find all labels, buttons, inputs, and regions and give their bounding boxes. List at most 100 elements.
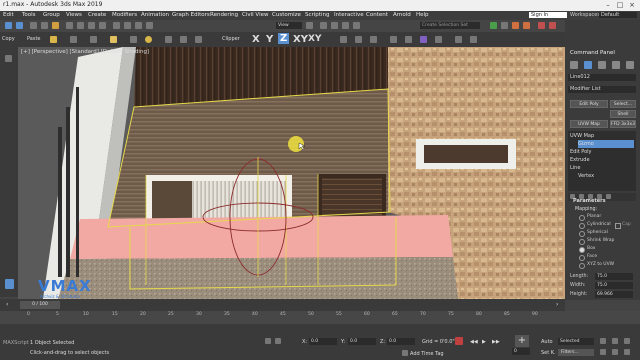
- z-coord-field[interactable]: 0.0: [387, 338, 415, 345]
- radio-cylindrical[interactable]: [579, 223, 585, 229]
- selection-set-dropdown[interactable]: Create Selection Set: [420, 22, 480, 29]
- track-view-icon[interactable]: [470, 36, 477, 43]
- menu-views[interactable]: Views: [66, 12, 82, 18]
- orbit-icon[interactable]: [624, 349, 630, 355]
- zoom-icon[interactable]: [600, 338, 606, 344]
- menu-edit[interactable]: Edit: [3, 12, 14, 18]
- isolate-icon[interactable]: [70, 36, 77, 43]
- spinner-snap-icon[interactable]: [353, 22, 360, 29]
- shell-button[interactable]: Shell: [610, 110, 636, 118]
- display-tab-icon[interactable]: [626, 61, 634, 69]
- axis-x-button[interactable]: X: [252, 34, 260, 45]
- time-slider-handle[interactable]: 0 / 100: [20, 301, 60, 309]
- parameters-rollout[interactable]: Parameters: [573, 198, 606, 204]
- radio-box[interactable]: [579, 247, 585, 253]
- scene-explorer-toggle-icon[interactable]: [5, 55, 12, 62]
- viewport-label[interactable]: [+] [Perspective] [Standard] [Default Sh…: [21, 49, 149, 55]
- signin-dropdown[interactable]: Sign In: [529, 12, 567, 18]
- rect-selection-icon[interactable]: [88, 22, 95, 29]
- menu-group[interactable]: Group: [43, 12, 60, 18]
- zoom-extents-icon[interactable]: [624, 338, 630, 344]
- key-filters-button[interactable]: Filters...: [558, 349, 594, 356]
- scene-explorer-icon[interactable]: [512, 22, 519, 29]
- systems-icon[interactable]: [195, 36, 202, 43]
- menu-arnold[interactable]: Arnold: [393, 12, 411, 18]
- prev-key-icon[interactable]: ◀◀: [470, 339, 478, 345]
- radio-planar[interactable]: [579, 215, 585, 221]
- angle-snap-icon[interactable]: [331, 22, 338, 29]
- lock-selection-icon[interactable]: [265, 338, 271, 344]
- reference-coord-dropdown[interactable]: View: [276, 22, 302, 29]
- undo-icon[interactable]: [5, 22, 12, 29]
- snap-toggle-icon[interactable]: [320, 22, 327, 29]
- menu-scripting[interactable]: Scripting: [305, 12, 329, 18]
- window-crossing-icon[interactable]: [99, 22, 106, 29]
- helper-icon[interactable]: [180, 36, 187, 43]
- x-coord-field[interactable]: 0.0: [309, 338, 337, 345]
- sphere-icon[interactable]: [145, 36, 152, 43]
- shape-icon[interactable]: [165, 36, 172, 43]
- clipper-label[interactable]: Clipper: [222, 36, 240, 42]
- radio-face[interactable]: [579, 255, 585, 261]
- modifier-list-dropdown[interactable]: Modifier List: [568, 86, 636, 93]
- mirror-icon[interactable]: [490, 22, 497, 29]
- next-frame-icon[interactable]: ›: [556, 301, 558, 308]
- place-icon[interactable]: [146, 22, 153, 29]
- timeline-ruler[interactable]: 0 5 10 15 20 25 30 35 40 45 50 55 60 65 …: [0, 311, 640, 324]
- hierarchy-tab-icon[interactable]: [598, 61, 606, 69]
- add-time-tag[interactable]: Add Time Tag: [410, 351, 444, 357]
- stack-item-gizmo[interactable]: Gizmo: [578, 140, 634, 148]
- uvw-map-button[interactable]: UVW Map: [570, 120, 608, 128]
- menu-rendering[interactable]: Rendering: [210, 12, 238, 18]
- next-key-icon[interactable]: ▶▶: [492, 339, 500, 345]
- radio-spherical[interactable]: [579, 231, 585, 237]
- align-icon[interactable]: [501, 22, 508, 29]
- create-tab-icon[interactable]: [570, 61, 578, 69]
- configure-sets-icon[interactable]: [606, 194, 611, 199]
- axis-xy-cycle-button[interactable]: XY: [308, 34, 321, 44]
- align-selection-icon[interactable]: [90, 36, 97, 43]
- pivot-icon[interactable]: [306, 22, 313, 29]
- time-tag-icon[interactable]: [402, 350, 408, 356]
- fov-icon[interactable]: [600, 349, 606, 355]
- pan-icon[interactable]: [612, 349, 618, 355]
- snaps-2d-icon[interactable]: [340, 36, 347, 43]
- snaps-3d-icon[interactable]: [355, 36, 362, 43]
- set-key-button[interactable]: Set K.: [541, 350, 556, 356]
- menu-modifiers[interactable]: Modifiers: [112, 12, 137, 18]
- schematic-view-icon[interactable]: [405, 36, 412, 43]
- length-field[interactable]: 75.0: [595, 273, 633, 280]
- render-production-icon[interactable]: [420, 36, 427, 43]
- viewport-thumbnail-icon[interactable]: [5, 279, 14, 289]
- menu-create[interactable]: Create: [88, 12, 106, 18]
- perspective-viewport[interactable]: [+] [Perspective] [Standard] [Default Sh…: [18, 47, 565, 299]
- stack-item-extrude[interactable]: Extrude: [570, 156, 636, 164]
- modify-tab-icon[interactable]: [584, 61, 592, 69]
- time-slider[interactable]: 0 / 100 ‹ ›: [0, 299, 565, 311]
- unlink-icon[interactable]: [41, 22, 48, 29]
- render-frame-icon[interactable]: [549, 22, 556, 29]
- axis-z-button[interactable]: Z: [278, 33, 290, 44]
- menu-graph-editors[interactable]: Graph Editors: [172, 12, 210, 18]
- radio-xyz-to-uvw[interactable]: [579, 263, 585, 269]
- radio-shrink-wrap[interactable]: [579, 239, 585, 245]
- set-key-icon[interactable]: [455, 337, 463, 345]
- edit-poly-button[interactable]: Edit Poly: [570, 100, 608, 108]
- menu-animation[interactable]: Animation: [141, 12, 169, 18]
- axis-xy-button[interactable]: XY: [293, 34, 308, 45]
- curve-editor-icon[interactable]: [390, 36, 397, 43]
- menu-civil-view[interactable]: Civil View: [242, 12, 268, 18]
- key-filter-dropdown[interactable]: Selected: [558, 338, 594, 345]
- object-name-field[interactable]: Line012: [568, 74, 636, 81]
- y-coord-field[interactable]: 0.0: [348, 338, 376, 345]
- copy-label[interactable]: Copy: [2, 36, 15, 42]
- light-icon[interactable]: [110, 36, 117, 43]
- camera-icon[interactable]: [130, 36, 137, 43]
- select-move-icon[interactable]: [113, 22, 120, 29]
- menu-tools[interactable]: Tools: [22, 12, 36, 18]
- cap-checkbox[interactable]: [615, 223, 621, 229]
- stack-item-uvw-map[interactable]: UVW Map: [570, 132, 636, 140]
- close-button[interactable]: ×: [626, 0, 638, 11]
- select-rotate-icon[interactable]: [124, 22, 131, 29]
- redo-icon[interactable]: [16, 22, 23, 29]
